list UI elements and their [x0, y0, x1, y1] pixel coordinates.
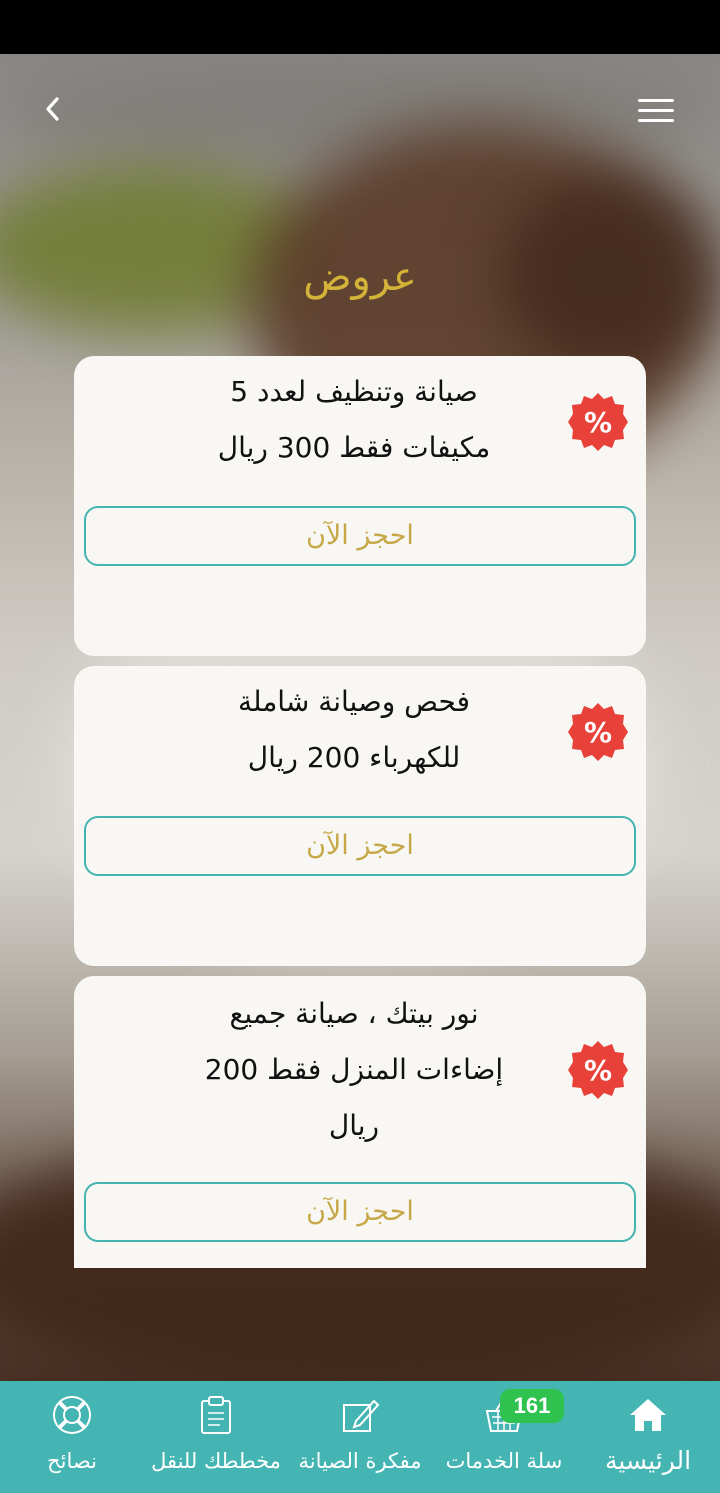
- offer-card: صيانة وتنظيف لعدد 5 مكيفات فقط 300 ريال …: [74, 356, 646, 656]
- nav-label: الرئيسية: [604, 1446, 692, 1475]
- status-bar: [0, 0, 720, 54]
- nav-label: مفكرة الصيانة: [298, 1449, 422, 1473]
- lifebuoy-icon: [53, 1396, 91, 1434]
- chevron-left-icon: [46, 97, 59, 121]
- nav-label: سلة الخدمات: [445, 1449, 563, 1473]
- book-now-button[interactable]: احجز الآن: [84, 816, 636, 876]
- nav-label: نصائح: [47, 1449, 97, 1473]
- page-title: عروض: [303, 254, 417, 300]
- offer-text: فحص وصيانة شاملة للكهرباء 200 ريال: [238, 685, 470, 774]
- nav-item-moving-planner[interactable]: مخططك للنقل: [144, 1381, 288, 1493]
- svg-text:%: %: [584, 406, 612, 439]
- offer-text: نور بيتك ، صيانة جميع إضاءات المنزل فقط …: [204, 997, 504, 1142]
- offer-card: فحص وصيانة شاملة للكهرباء 200 ريال % احج…: [74, 666, 646, 966]
- home-icon: [630, 1399, 666, 1431]
- edit-note-icon: [343, 1399, 380, 1432]
- offer-card: نور بيتك ، صيانة جميع إضاءات المنزل فقط …: [74, 976, 646, 1268]
- svg-text:%: %: [584, 716, 612, 749]
- nav-item-tips[interactable]: نصائح: [0, 1381, 144, 1493]
- offers-list[interactable]: صيانة وتنظيف لعدد 5 مكيفات فقط 300 ريال …: [74, 356, 646, 1268]
- svg-text:%: %: [584, 1054, 612, 1087]
- nav-label: مخططك للنقل: [151, 1449, 281, 1473]
- book-now-button[interactable]: احجز الآن: [84, 1182, 636, 1242]
- nav-item-maintenance-notebook[interactable]: مفكرة الصيانة: [288, 1381, 432, 1493]
- discount-percent-icon: %: [568, 703, 628, 761]
- discount-percent-icon: %: [568, 1041, 628, 1099]
- menu-icon: [638, 98, 674, 102]
- offer-text: صيانة وتنظيف لعدد 5 مكيفات فقط 300 ريال: [217, 375, 491, 464]
- menu-button[interactable]: [632, 90, 680, 130]
- back-button[interactable]: [30, 86, 76, 132]
- cart-count-badge: 161: [500, 1389, 564, 1423]
- nav-item-home[interactable]: الرئيسية: [576, 1381, 720, 1493]
- discount-percent-icon: %: [568, 393, 628, 451]
- bottom-nav: الرئيسية سلة الخدمات مفكرة الصيانة مخططك…: [0, 1381, 720, 1493]
- book-now-button[interactable]: احجز الآن: [84, 506, 636, 566]
- clipboard-icon: [201, 1396, 231, 1434]
